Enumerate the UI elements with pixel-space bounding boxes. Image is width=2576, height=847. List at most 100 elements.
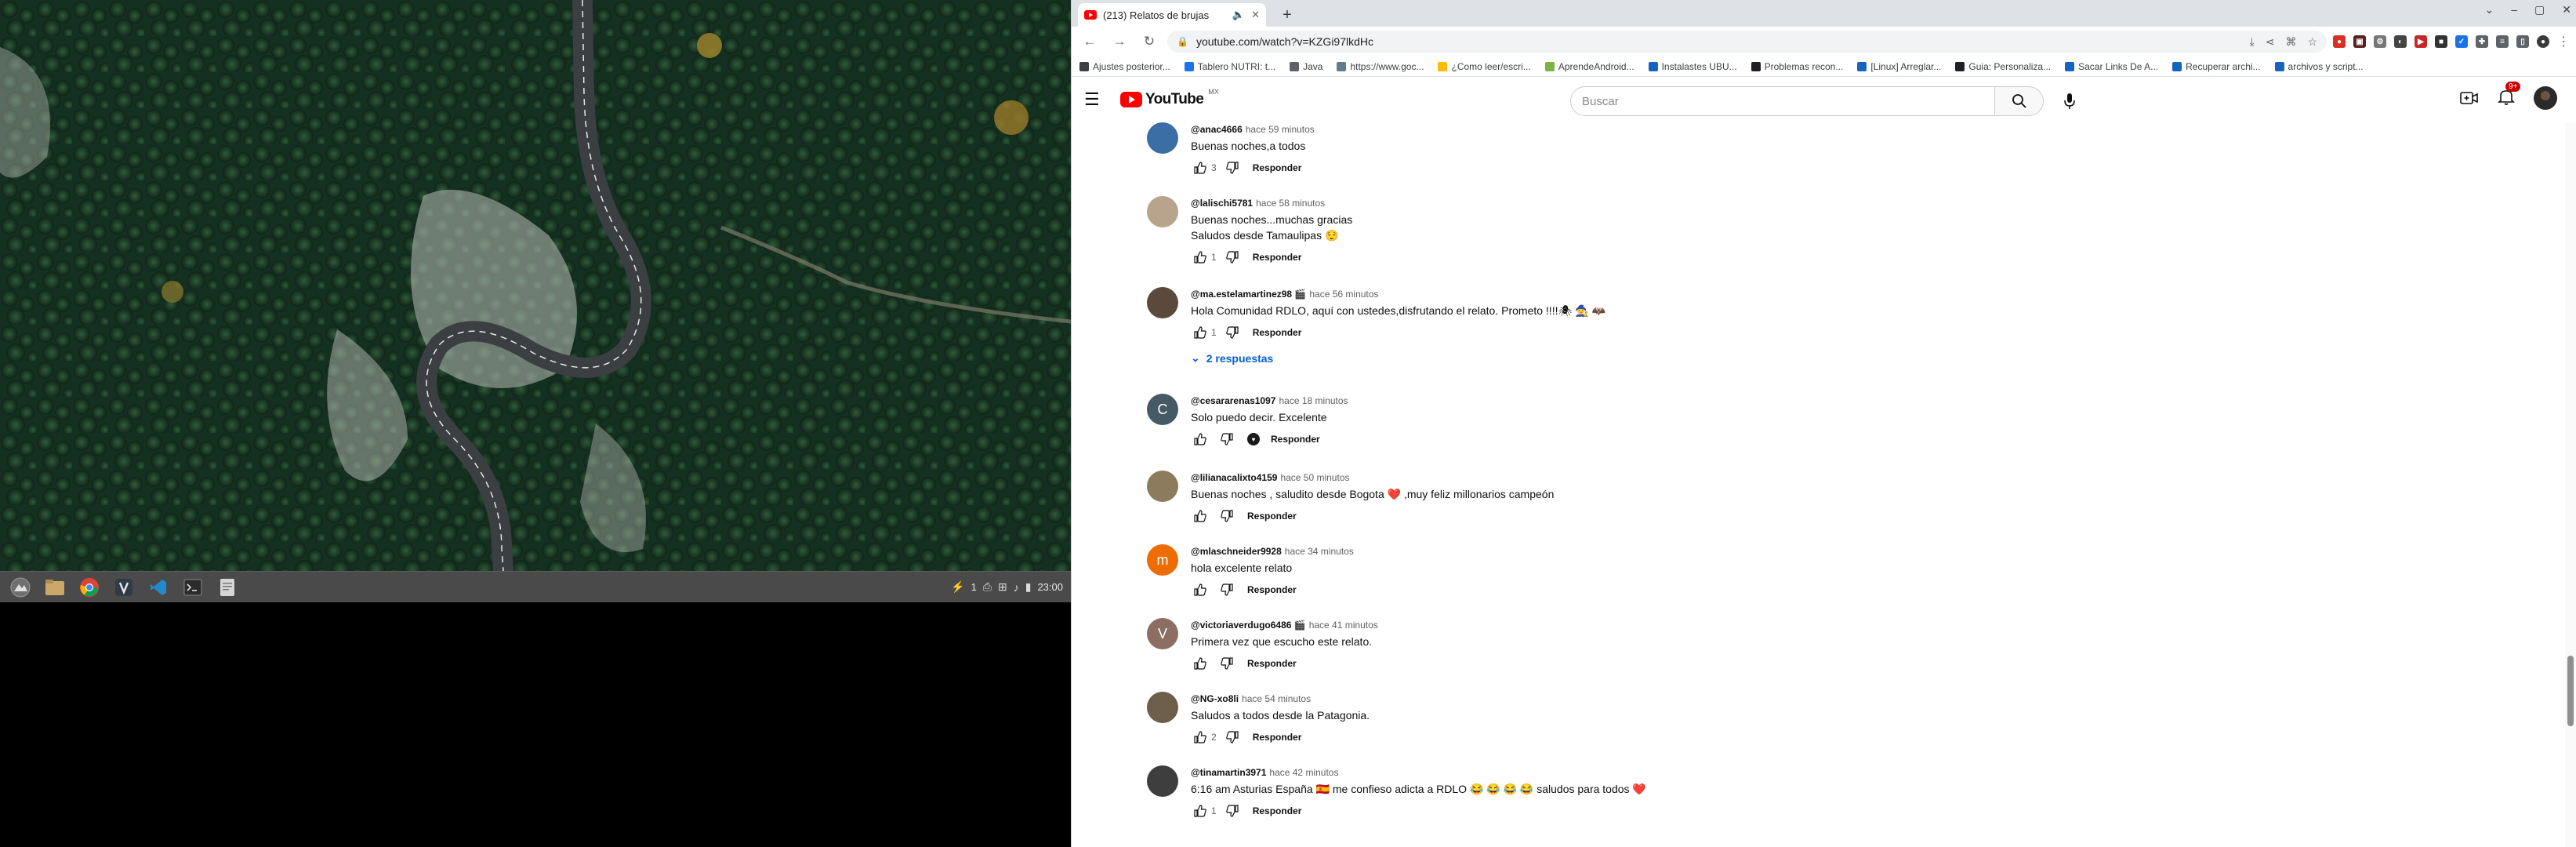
dislike-icon[interactable] (1217, 507, 1236, 525)
bookmark-item[interactable]: Recuperar archi... (2172, 61, 2261, 72)
battery-icon[interactable]: ▮ (1025, 580, 1032, 594)
vscode-icon[interactable] (144, 573, 172, 602)
bookmark-item[interactable]: archivos y script... (2274, 61, 2364, 72)
bookmark-item[interactable]: ¿Como leer/escri... (1438, 61, 1531, 72)
like-icon[interactable] (1191, 802, 1210, 820)
extension-red-icon[interactable]: ● (2333, 35, 2346, 48)
like-icon[interactable] (1191, 248, 1210, 267)
comment-avatar[interactable]: V (1147, 618, 1178, 649)
account-avatar[interactable] (2534, 86, 2557, 110)
comment-avatar[interactable] (1147, 471, 1178, 502)
extension-media-icon[interactable]: ▶ (2415, 35, 2427, 48)
bookmark-item[interactable]: AprendeAndroid... (1544, 61, 1634, 72)
reply-button[interactable]: Responder (1271, 434, 1320, 445)
comment-avatar[interactable] (1147, 765, 1178, 797)
close-window-icon[interactable]: ✕ (2562, 3, 2571, 16)
comment-author[interactable]: @anac4666 (1191, 124, 1243, 135)
comment-author[interactable]: @tinamartin3971 (1191, 767, 1266, 778)
bookmark-star-icon[interactable]: ☆ (2307, 35, 2317, 49)
notifications-button[interactable]: 9+ (2498, 81, 2521, 109)
bookmark-item[interactable]: https://www.goc... (1337, 61, 1424, 72)
reply-button[interactable]: Responder (1247, 584, 1297, 595)
dislike-icon[interactable] (1223, 802, 1242, 820)
extension-block-icon[interactable]: ■ (2435, 35, 2447, 48)
dislike-icon[interactable] (1217, 654, 1236, 673)
maximize-icon[interactable]: ▢ (2534, 3, 2545, 16)
extension-gear-icon[interactable]: ⚙ (2374, 35, 2386, 48)
comment-author[interactable]: @victoriaverdugo6486 🎬 (1191, 620, 1306, 631)
comment-timestamp[interactable]: hace 56 minutos (1309, 289, 1378, 300)
vscodium-icon[interactable] (110, 573, 138, 602)
comment-timestamp[interactable]: hace 42 minutos (1269, 767, 1338, 778)
like-icon[interactable] (1191, 728, 1210, 747)
show-replies-button[interactable]: ⌄ 2 respuestas (1191, 351, 2480, 365)
volume-icon[interactable]: ♪ (1014, 581, 1019, 594)
lock-icon[interactable]: 🔒 (1177, 36, 1188, 47)
comment-timestamp[interactable]: hace 54 minutos (1242, 693, 1311, 704)
comment-author[interactable]: @cesararenas1097 (1191, 395, 1275, 406)
comment-timestamp[interactable]: hace 58 minutos (1256, 198, 1325, 209)
comment-timestamp[interactable]: hace 41 minutos (1309, 620, 1378, 631)
reply-button[interactable]: Responder (1253, 327, 1302, 338)
like-icon[interactable] (1191, 507, 1210, 525)
back-button[interactable]: ← (1078, 30, 1101, 53)
clock[interactable]: 23:00 (1037, 581, 1063, 593)
text-editor-icon[interactable] (213, 573, 241, 602)
printer-icon[interactable]: ⎙ (983, 580, 992, 594)
like-icon[interactable] (1191, 323, 1210, 342)
like-icon[interactable] (1191, 580, 1210, 599)
tab-youtube[interactable]: (213) Relatos de brujas 🔈 ✕ (1078, 3, 1266, 27)
system-menu-icon[interactable] (6, 573, 34, 602)
bookmark-item[interactable]: Ajustes posterior... (1079, 61, 1170, 72)
tab-search-icon[interactable]: ⌄ (2485, 3, 2494, 16)
profile-icon[interactable]: ● (2537, 35, 2549, 48)
reply-button[interactable]: Responder (1253, 805, 1302, 816)
hamburger-menu-icon[interactable]: ☰ (1084, 89, 1116, 110)
dislike-icon[interactable] (1217, 430, 1236, 449)
dislike-icon[interactable] (1223, 158, 1242, 177)
comment-timestamp[interactable]: hace 34 minutos (1285, 546, 1354, 557)
extension-check-icon[interactable]: ✓ (2455, 35, 2468, 48)
like-icon[interactable] (1191, 430, 1210, 449)
reload-button[interactable]: ↻ (1137, 30, 1161, 53)
search-button[interactable] (1995, 86, 2044, 116)
extensions-puzzle-icon[interactable]: ✚ (2476, 35, 2488, 48)
lan-icon[interactable]: ⊞ (998, 580, 1007, 594)
reply-button[interactable]: Responder (1253, 252, 1302, 263)
reply-button[interactable]: Responder (1247, 658, 1297, 669)
create-video-icon[interactable] (2460, 90, 2479, 106)
chrome-icon[interactable] (75, 573, 103, 602)
bookmark-item[interactable]: Problemas recon... (1751, 61, 1843, 72)
terminal-icon[interactable] (179, 573, 207, 602)
comment-author[interactable]: @lalischi5781 (1191, 198, 1253, 209)
comment-avatar[interactable]: C (1147, 394, 1178, 425)
address-bar[interactable]: 🔒 youtube.com/watch?v=KZGi97lkdHc ⤓ ⋖ ⌘ … (1167, 31, 2327, 53)
translate-icon[interactable]: ⌘ (2285, 35, 2296, 49)
search-input[interactable] (1570, 86, 1995, 116)
bookmark-item[interactable]: Sacar Links De A... (2065, 61, 2158, 72)
like-icon[interactable] (1191, 158, 1210, 177)
dislike-icon[interactable] (1223, 323, 1242, 342)
comment-author[interactable]: @mlaschneider9928 (1191, 546, 1282, 557)
voice-search-button[interactable] (2055, 86, 2084, 116)
speaker-icon[interactable]: 🔈 (1232, 9, 1245, 21)
comment-avatar[interactable] (1147, 692, 1178, 723)
page-scrollbar[interactable] (2565, 122, 2576, 847)
forward-button[interactable]: → (1108, 30, 1131, 53)
extension-eye-icon[interactable]: ◐ (2394, 35, 2407, 48)
reading-list-icon[interactable]: ≡ (2496, 35, 2509, 48)
scrollbar-thumb[interactable] (2567, 656, 2574, 726)
comment-timestamp[interactable]: hace 59 minutos (1246, 124, 1315, 135)
network-icon[interactable]: ⚡ (951, 580, 964, 594)
comment-avatar[interactable] (1147, 122, 1178, 154)
bookmark-item[interactable]: Tablero NUTRI: t... (1184, 61, 1275, 72)
dislike-icon[interactable] (1217, 580, 1236, 599)
minimize-icon[interactable]: – (2511, 3, 2517, 16)
comment-author[interactable]: @ma.estelamartinez98 🎬 (1191, 289, 1306, 300)
reply-button[interactable]: Responder (1253, 162, 1302, 173)
extension-dark-icon[interactable]: ▣ (2353, 35, 2366, 48)
file-manager-icon[interactable] (41, 573, 69, 602)
like-icon[interactable] (1191, 654, 1210, 673)
comment-timestamp[interactable]: hace 18 minutos (1279, 395, 1348, 406)
reply-button[interactable]: Responder (1253, 732, 1302, 743)
